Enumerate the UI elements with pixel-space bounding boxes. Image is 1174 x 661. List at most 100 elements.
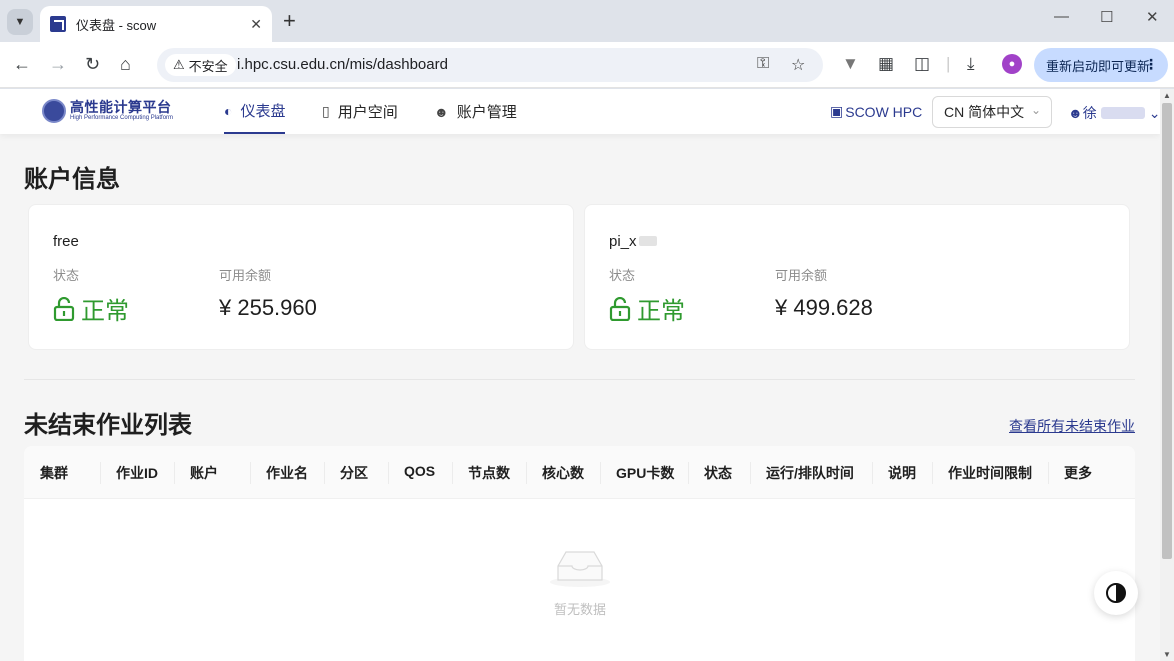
forward-arrow-icon[interactable]: → xyxy=(49,54,67,74)
home-icon[interactable]: ⌂ xyxy=(120,54,131,74)
maximize-icon[interactable]: ☐ xyxy=(1100,8,1113,26)
profile-avatar[interactable]: ● xyxy=(1002,54,1022,74)
toolbar-separator: | xyxy=(946,54,951,73)
column-separator xyxy=(750,462,751,484)
scroll-down-icon[interactable]: ▼ xyxy=(1163,650,1171,659)
col-job-id[interactable]: 作业ID xyxy=(116,463,158,483)
user-menu[interactable]: ☻ 徐 ⌄ xyxy=(1068,103,1160,123)
table-header: 集群 作业ID 账户 作业名 分区 QOS 节点数 核心数 GPU卡数 状态 运… xyxy=(24,446,1135,499)
column-separator xyxy=(526,462,527,484)
col-cluster[interactable]: 集群 xyxy=(40,463,68,483)
col-time-limit[interactable]: 作业时间限制 xyxy=(948,463,1032,483)
platform-logo[interactable]: 高性能计算平台 High Performance Computing Platf… xyxy=(42,99,173,123)
empty-text: 暂无数据 xyxy=(553,602,606,617)
col-reason[interactable]: 说明 xyxy=(888,463,916,483)
chevron-down-icon: ⌄ xyxy=(1148,104,1161,121)
theme-toggle-button[interactable] xyxy=(1094,571,1138,615)
account-info-title: 账户信息 xyxy=(24,166,120,193)
scrollbar-thumb[interactable] xyxy=(1162,103,1172,559)
scroll-up-icon[interactable]: ▲ xyxy=(1163,91,1171,100)
section-divider xyxy=(24,379,1135,380)
col-job-name[interactable]: 作业名 xyxy=(266,463,308,483)
balance-label: 可用余额 xyxy=(219,268,272,283)
address-bar[interactable]: ⚠ 不安全 i.hpc.csu.edu.cn/mis/dashboard ⚿ ☆ xyxy=(157,48,823,82)
qr-code-icon[interactable]: ▦ xyxy=(878,54,894,74)
empty-state: 暂无数据 xyxy=(542,546,618,618)
language-value: CN 简体中文 xyxy=(944,104,1025,120)
col-account[interactable]: 账户 xyxy=(190,463,218,483)
col-qos[interactable]: QOS xyxy=(404,463,435,479)
key-icon[interactable]: ⚿ xyxy=(757,55,769,73)
dashboard-gauge-icon: ◐ xyxy=(224,102,233,119)
empty-inbox-icon xyxy=(550,551,610,587)
nav-account-management[interactable]: ☻ 账户管理 xyxy=(434,89,517,134)
scow-hpc-link[interactable]: ▣ SCOW HPC xyxy=(830,103,922,120)
close-icon[interactable]: ✕ xyxy=(250,16,262,33)
column-separator xyxy=(452,462,453,484)
more-vert-icon[interactable]: ⋮ xyxy=(1144,56,1158,73)
column-separator xyxy=(872,462,873,484)
col-cores[interactable]: 核心数 xyxy=(542,463,584,483)
minimize-icon[interactable]: — xyxy=(1054,8,1069,25)
update-restart-button[interactable]: 重新启动即可更新 ⋮ xyxy=(1034,48,1168,82)
col-gpus[interactable]: GPU卡数 xyxy=(616,463,674,483)
column-separator xyxy=(1048,462,1049,484)
bookmark-star-icon[interactable]: ☆ xyxy=(791,55,805,75)
warning-icon: ⚠ xyxy=(173,57,185,72)
column-separator xyxy=(932,462,933,484)
column-separator xyxy=(174,462,175,484)
col-partition[interactable]: 分区 xyxy=(340,463,368,483)
balance-label: 可用余额 xyxy=(775,268,828,283)
logo-en-text: High Performance Computing Platform xyxy=(70,115,174,121)
extensions-puzzle-icon[interactable]: ◫ xyxy=(914,54,930,74)
contrast-icon xyxy=(1106,583,1126,603)
tab-search-button[interactable]: ▼ xyxy=(7,9,33,35)
scow-hpc-label: SCOW HPC xyxy=(845,103,923,120)
nav-dashboard[interactable]: ◐ 仪表盘 xyxy=(224,89,286,134)
chevron-down-icon: ▼ xyxy=(14,16,26,28)
browser-tab-active[interactable]: 仪表盘 - scow ✕ xyxy=(40,6,272,42)
status-label: 状态 xyxy=(609,268,636,283)
logo-cn-text: 高性能计算平台 xyxy=(70,99,172,115)
site-favicon-icon xyxy=(50,16,66,32)
col-state[interactable]: 状态 xyxy=(704,463,732,483)
book-icon: ▯ xyxy=(322,103,330,119)
nav-user-space[interactable]: ▯ 用户空间 xyxy=(322,89,398,134)
security-chip[interactable]: ⚠ 不安全 xyxy=(165,54,236,76)
view-all-unfinished-jobs-link[interactable]: 查看所有未结束作业 xyxy=(1009,416,1135,436)
account-card-free: free 状态 可用余额 正常 ¥ 255.960 xyxy=(28,204,574,350)
account-name-redacted xyxy=(638,236,657,246)
col-nodes[interactable]: 节点数 xyxy=(468,463,510,483)
extension-v-icon[interactable]: ▼ xyxy=(842,54,859,74)
new-tab-button[interactable]: + xyxy=(283,9,296,33)
url-text[interactable]: i.hpc.csu.edu.cn/mis/dashboard xyxy=(237,56,448,73)
window-close-icon[interactable]: ✕ xyxy=(1146,8,1159,26)
account-status-text: 正常 xyxy=(81,298,129,325)
security-label: 不安全 xyxy=(188,58,228,74)
account-balance: ¥ 255.960 xyxy=(219,295,317,320)
account-name: free xyxy=(53,233,79,250)
browser-tabstrip: ▼ 仪表盘 - scow ✕ + — ☐ ✕ xyxy=(0,0,1174,42)
account-status: 正常 xyxy=(609,291,685,326)
download-icon[interactable]: ⤓ xyxy=(967,54,975,74)
back-arrow-icon[interactable]: ← xyxy=(13,54,31,74)
unfinished-jobs-table: 集群 作业ID 账户 作业名 分区 QOS 节点数 核心数 GPU卡数 状态 运… xyxy=(24,446,1135,661)
col-more[interactable]: 更多 xyxy=(1064,463,1092,483)
account-name-wrap: pi_x xyxy=(609,233,657,250)
language-select[interactable]: CN 简体中文 ⌄ xyxy=(932,96,1052,128)
unlock-icon xyxy=(53,296,75,321)
user-icon: ☻ xyxy=(434,103,449,120)
column-separator xyxy=(600,462,601,484)
col-run-queue-time[interactable]: 运行/排队时间 xyxy=(766,463,854,483)
page-viewport: 高性能计算平台 High Performance Computing Platf… xyxy=(0,89,1174,661)
unlock-icon xyxy=(609,296,631,321)
nav-user-space-label: 用户空间 xyxy=(337,104,398,121)
page-scrollbar[interactable]: ▲ ▼ xyxy=(1160,89,1174,661)
column-separator xyxy=(388,462,389,484)
account-status-text: 正常 xyxy=(637,298,685,325)
nav-dashboard-label: 仪表盘 xyxy=(240,103,286,120)
column-separator xyxy=(688,462,689,484)
account-balance: ¥ 499.628 xyxy=(775,295,873,320)
reload-icon[interactable]: ↻ xyxy=(85,54,100,74)
column-separator xyxy=(100,462,101,484)
